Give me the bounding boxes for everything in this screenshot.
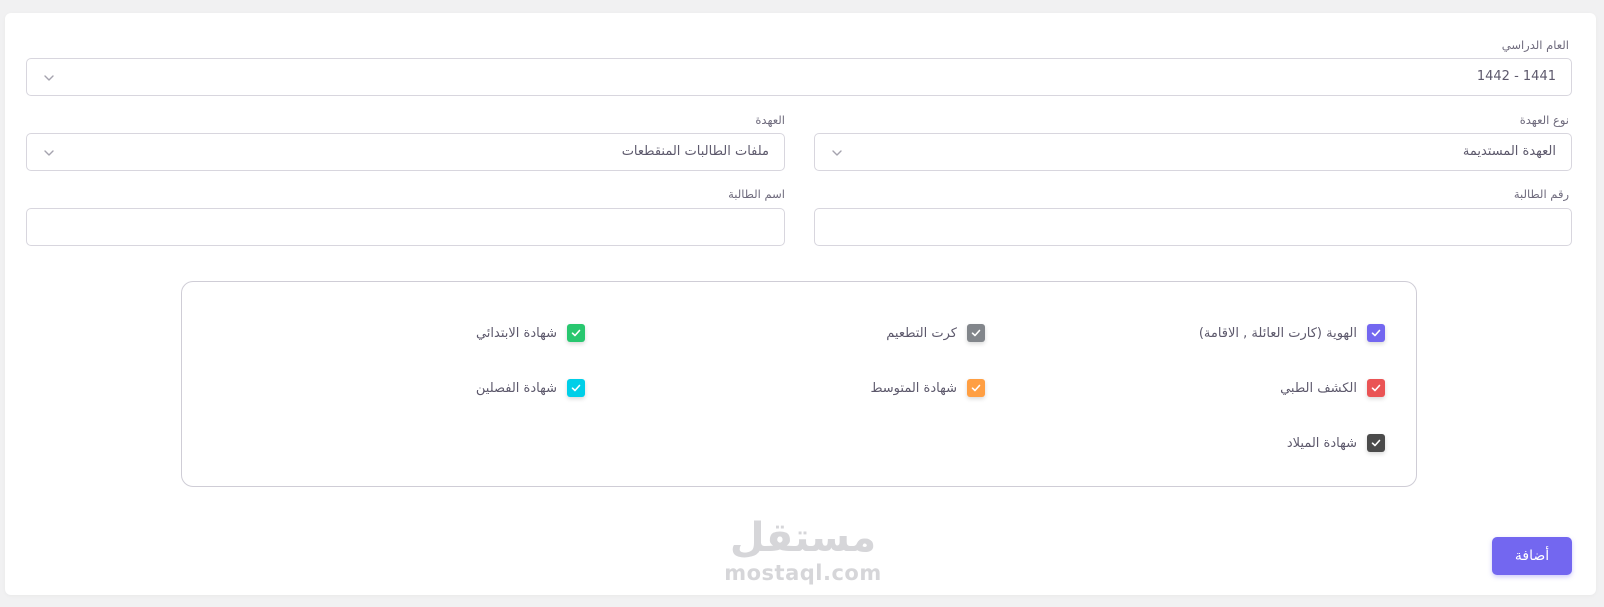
check-icon <box>571 384 581 392</box>
student-name-label: اسم الطالبة <box>728 187 785 201</box>
document-option-label: الكشف الطبي <box>1280 380 1357 396</box>
student-number-input[interactable] <box>814 208 1572 246</box>
checkbox[interactable] <box>1367 324 1385 342</box>
academic-year-value: 1441 - 1442 <box>1476 69 1556 84</box>
check-icon <box>1371 439 1381 447</box>
checkbox[interactable] <box>567 379 585 397</box>
custody-type-label: نوع العهدة <box>1519 113 1569 127</box>
document-option-label: كرت التطعيم <box>886 325 957 341</box>
document-option-birth[interactable]: شهادة الميلاد <box>1287 433 1385 453</box>
custody-value: ملفات الطالبات المنقطعات <box>621 144 769 159</box>
check-icon <box>1371 329 1381 337</box>
watermark-arabic: مستقل <box>729 515 877 561</box>
custody-type-select[interactable]: العهدة المستديمة <box>814 133 1572 171</box>
check-icon <box>971 329 981 337</box>
checkbox[interactable] <box>967 324 985 342</box>
custody-type-value: العهدة المستديمة <box>1462 144 1556 159</box>
academic-year-select[interactable]: 1441 - 1442 <box>26 58 1572 96</box>
document-option-label: شهادة المتوسط <box>870 380 957 396</box>
checkbox[interactable] <box>567 324 585 342</box>
document-option-label: الهوية (كارت العائلة , الاقامة) <box>1198 325 1357 341</box>
watermark-latin: mostaql.com <box>724 561 882 585</box>
check-icon <box>971 384 981 392</box>
document-option-label: شهادة الميلاد <box>1286 435 1357 451</box>
student-name-input[interactable] <box>26 208 785 246</box>
custody-select[interactable]: ملفات الطالبات المنقطعات <box>26 133 785 171</box>
add-button[interactable]: أضافة <box>1492 537 1572 575</box>
document-option-vaccination[interactable]: كرت التطعيم <box>886 323 985 343</box>
document-option-intermediate[interactable]: شهادة المتوسط <box>870 378 985 398</box>
document-option-primary[interactable]: شهادة الابتدائي <box>476 323 585 343</box>
custody-label: العهدة <box>755 113 785 127</box>
checkbox[interactable] <box>1367 379 1385 397</box>
document-option-id[interactable]: الهوية (كارت العائلة , الاقامة) <box>1199 323 1385 343</box>
document-option-medical[interactable]: الكشف الطبي <box>1280 378 1385 398</box>
chevron-down-icon <box>44 75 54 81</box>
student-number-label: رقم الطالبة <box>1513 187 1569 201</box>
chevron-down-icon <box>832 150 842 156</box>
checkbox[interactable] <box>967 379 985 397</box>
document-option-label: شهادة الفصلين <box>475 380 557 396</box>
academic-year-label: العام الدراسي <box>1501 38 1569 52</box>
watermark-logo: مستقل mostaql.com <box>724 515 882 595</box>
document-option-label: شهادة الابتدائي <box>475 325 557 341</box>
chevron-down-icon <box>44 150 54 156</box>
check-icon <box>1371 384 1381 392</box>
documents-box <box>181 281 1417 487</box>
document-option-two-semesters[interactable]: شهادة الفصلين <box>476 378 585 398</box>
check-icon <box>571 329 581 337</box>
checkbox[interactable] <box>1367 434 1385 452</box>
